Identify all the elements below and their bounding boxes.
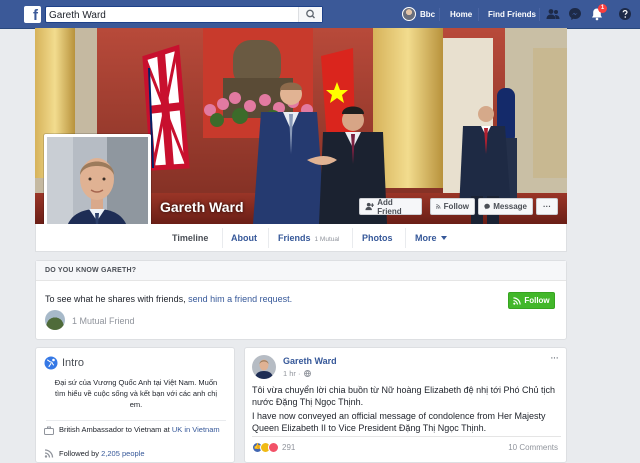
- followers-link[interactable]: 2,205 people: [101, 449, 144, 458]
- search-input[interactable]: [49, 8, 299, 22]
- post-author[interactable]: Gareth Ward: [283, 356, 337, 366]
- nav-divider: [439, 8, 440, 21]
- messenger-icon: [484, 203, 490, 210]
- chevron-down-icon: [440, 236, 447, 240]
- rss-icon: [513, 296, 522, 305]
- intro-followers-row: Followed by 2,205 people: [44, 449, 145, 459]
- card-header: DO YOU KNOW GARETH?: [36, 261, 566, 281]
- globe-icon: [303, 370, 311, 377]
- briefcase-icon: [44, 426, 54, 435]
- tab-photos[interactable]: Photos: [362, 233, 393, 243]
- tab-friends[interactable]: Friends 1 Mutual: [278, 233, 339, 243]
- more-options-button[interactable]: ···: [536, 198, 558, 215]
- friend-requests-icon[interactable]: [546, 7, 560, 21]
- profile-name[interactable]: Gareth Ward: [160, 199, 244, 215]
- add-friend-button[interactable]: Add Friend: [359, 197, 422, 216]
- post-timestamp[interactable]: 1 hr ·: [283, 369, 311, 378]
- do-you-know-card: DO YOU KNOW GARETH? To see what he share…: [35, 260, 567, 340]
- work-title: British Ambassador to Vietnam at: [59, 425, 170, 434]
- tab-friends-label: Friends: [278, 233, 311, 243]
- send-friend-request-link[interactable]: send him a friend request.: [188, 294, 292, 304]
- avatar: [402, 7, 416, 21]
- post-avatar-image: [252, 355, 276, 379]
- tab-about[interactable]: About: [231, 233, 257, 243]
- follow-cover-label: Follow: [443, 202, 469, 211]
- nav-profile-link[interactable]: Bbc: [402, 7, 435, 21]
- tab-divider: [352, 228, 353, 248]
- follow-cover-button[interactable]: Follow: [430, 198, 475, 215]
- tab-more[interactable]: More: [415, 233, 447, 243]
- nav-find-friends-link[interactable]: Find Friends: [488, 10, 536, 19]
- rss-icon: [44, 449, 54, 458]
- intro-card: Intro Đại sứ của Vương Quốc Anh tại Việt…: [35, 347, 235, 463]
- messenger-icon[interactable]: [568, 7, 582, 21]
- post-time-text: 1 hr ·: [283, 369, 301, 378]
- comments-count-link[interactable]: 10 Comments: [508, 443, 558, 452]
- post-options-button[interactable]: ···: [550, 352, 559, 364]
- help-icon[interactable]: [618, 7, 632, 21]
- facebook-logo[interactable]: f: [24, 6, 41, 23]
- search-button[interactable]: [298, 7, 322, 22]
- love-icon: [268, 442, 279, 453]
- divider: [252, 436, 561, 437]
- search-icon: [306, 9, 315, 19]
- nav-divider: [478, 8, 479, 21]
- message-button[interactable]: Message: [478, 198, 533, 215]
- intro-work-row: British Ambassador to Vietnam at UK in V…: [44, 425, 224, 435]
- intro-work-text: British Ambassador to Vietnam at UK in V…: [59, 425, 220, 435]
- intro-followers-text: Followed by 2,205 people: [59, 449, 145, 459]
- more-options-label: ···: [543, 202, 551, 211]
- tab-more-label: More: [415, 233, 437, 243]
- rss-icon: [436, 204, 441, 209]
- tab-divider: [268, 228, 269, 248]
- followers-prefix: Followed by: [59, 449, 100, 458]
- nav-user-name: Bbc: [420, 9, 436, 19]
- friend-request-prompt: To see what he shares with friends, send…: [45, 294, 292, 304]
- avatar[interactable]: [45, 310, 65, 330]
- add-friend-icon: [365, 202, 375, 211]
- mutual-friend-link[interactable]: 1 Mutual Friend: [72, 316, 135, 326]
- tab-divider: [222, 228, 223, 248]
- mutual-count-badge: 1 Mutual: [314, 236, 340, 243]
- avatar[interactable]: [252, 355, 276, 379]
- tab-timeline[interactable]: Timeline: [172, 233, 208, 243]
- tab-divider: [405, 228, 406, 248]
- reactions-summary[interactable]: 👍 291: [252, 442, 295, 453]
- follow-label: Follow: [524, 296, 550, 305]
- post-text-english: I have now conveyed an official message …: [252, 411, 546, 433]
- globe-icon: [44, 356, 58, 370]
- search-box[interactable]: [45, 6, 323, 23]
- work-org-link[interactable]: UK in Vietnam: [172, 425, 220, 434]
- reaction-count: 291: [282, 443, 296, 452]
- intro-title: Intro: [62, 357, 85, 369]
- follow-button[interactable]: Follow: [508, 292, 555, 309]
- post-text-vietnamese: Tôi vừa chuyển lời chia buồn từ Nữ hoàng…: [252, 385, 556, 407]
- prompt-text: To see what he shares with friends,: [45, 294, 186, 304]
- intro-bio: Đại sứ của Vương Quốc Anh tại Việt Nam. …: [54, 378, 218, 409]
- post-card: Gareth Ward 1 hr · ··· Tôi vừa chuyển lờ…: [244, 347, 567, 463]
- add-friend-label: Add Friend: [377, 197, 402, 216]
- nav-home-link[interactable]: Home: [450, 10, 472, 19]
- message-label: Message: [493, 202, 527, 211]
- notification-badge: 1: [598, 4, 607, 13]
- nav-divider: [539, 8, 540, 21]
- profile-tab-bar: Timeline About Friends 1 Mutual Photos M…: [35, 224, 567, 252]
- divider: [46, 420, 226, 421]
- top-navigation-bar: f Bbc Home Find Friends 1: [0, 0, 640, 29]
